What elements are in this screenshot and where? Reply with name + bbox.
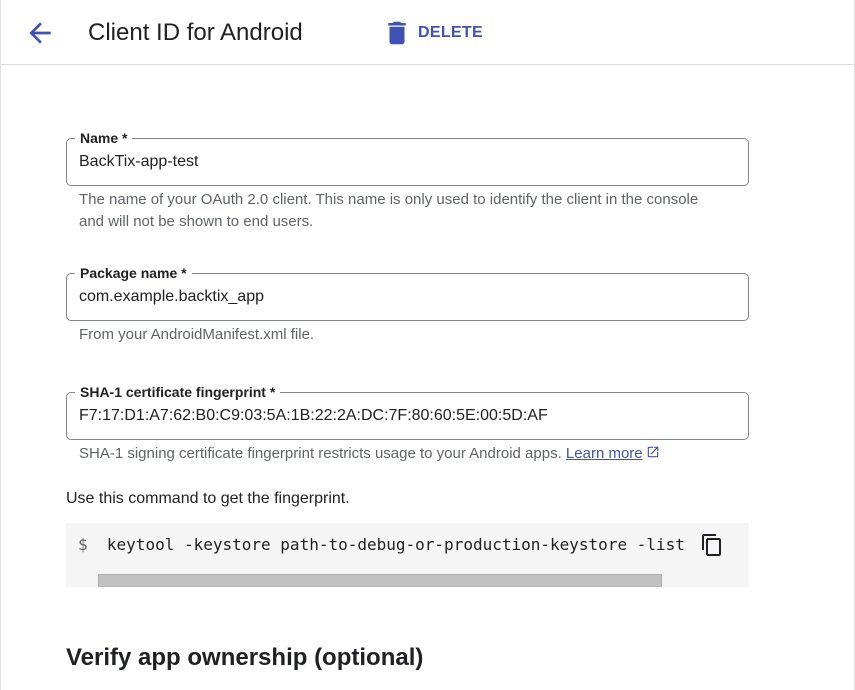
copy-button[interactable] (700, 533, 724, 557)
command-prompt: $ (78, 535, 88, 554)
sha1-fingerprint-field[interactable]: SHA-1 certificate fingerprint * (66, 383, 749, 440)
command-instruction: Use this command to get the fingerprint. (66, 490, 350, 507)
delete-button-label: DELETE (418, 24, 483, 41)
name-field[interactable]: Name * (66, 129, 749, 186)
delete-button[interactable]: DELETE (382, 16, 483, 50)
package-name-field[interactable]: Package name * (66, 264, 749, 321)
sha1-fingerprint-field-label: SHA-1 certificate fingerprint * (75, 383, 281, 401)
command-code[interactable]: $ keytool -keystore path-to-debug-or-pro… (78, 535, 685, 555)
page-title: Client ID for Android (88, 19, 303, 46)
trash-icon (388, 21, 406, 45)
command-text: keytool -keystore path-to-debug-or-produ… (106, 535, 685, 554)
sha1-hint-text: SHA-1 signing certificate fingerprint re… (79, 445, 562, 462)
copy-icon (702, 534, 721, 556)
package-name-field-hint: From your AndroidManifest.xml file. (79, 326, 315, 343)
name-field-label: Name * (75, 129, 133, 147)
learn-more-link[interactable]: Learn more (566, 445, 643, 462)
code-horizontal-scrollbar[interactable] (98, 574, 662, 587)
page-left-border (0, 0, 1, 690)
package-name-field-label: Package name * (75, 264, 192, 282)
name-field-hint: The name of your OAuth 2.0 client. This … (79, 191, 699, 230)
open-in-new-icon[interactable] (646, 445, 660, 459)
page-header: Client ID for Android DELETE (0, 0, 855, 65)
package-name-input[interactable] (79, 287, 729, 307)
arrow-back-icon (29, 22, 51, 44)
verify-ownership-heading: Verify app ownership (optional) (66, 644, 424, 671)
command-code-block: $ keytool -keystore path-to-debug-or-pro… (66, 523, 749, 587)
name-input[interactable] (79, 152, 729, 172)
sha1-fingerprint-input[interactable] (79, 406, 729, 426)
back-button[interactable] (24, 17, 56, 49)
sha1-fingerprint-hint: SHA-1 signing certificate fingerprint re… (79, 443, 779, 465)
